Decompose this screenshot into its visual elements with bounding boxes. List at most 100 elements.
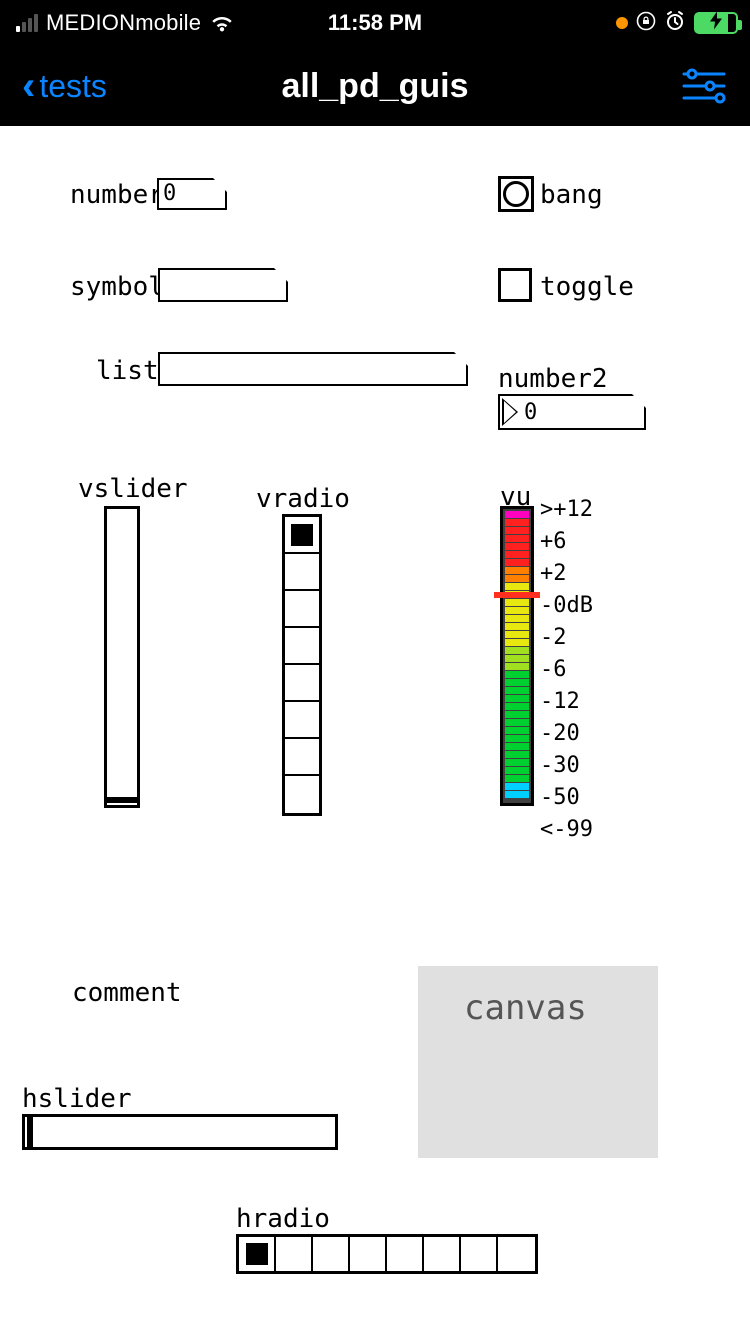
vradio-label: vradio: [256, 484, 350, 514]
vu-segment: [505, 751, 529, 758]
bang-button[interactable]: [498, 176, 534, 212]
hslider[interactable]: [22, 1114, 338, 1150]
vu-segment: [505, 583, 529, 590]
hradio-cell[interactable]: [498, 1237, 535, 1271]
vu-scale-label: -50: [540, 782, 593, 814]
hradio-cell[interactable]: [313, 1237, 350, 1271]
symbol-box[interactable]: [158, 268, 288, 302]
hradio-cell[interactable]: [387, 1237, 424, 1271]
status-time: 11:58 PM: [328, 10, 422, 36]
hradio-label: hradio: [236, 1204, 330, 1234]
vu-segment: [505, 647, 529, 654]
bang-circle-icon: [503, 181, 529, 207]
vu-segment: [505, 783, 529, 790]
symbol-label: symbol: [70, 272, 164, 302]
vradio[interactable]: [282, 514, 322, 816]
vslider[interactable]: [104, 506, 140, 808]
vu-segment: [505, 759, 529, 766]
vu-segment: [505, 607, 529, 614]
vu-segment: [505, 559, 529, 566]
vradio-cell[interactable]: [285, 517, 319, 554]
vu-scale: >+12+6+2-0dB-2-6-12-20-30-50<-99: [540, 494, 593, 814]
vu-segment: [505, 631, 529, 638]
hslider-label: hslider: [22, 1084, 132, 1114]
orientation-lock-icon: [636, 11, 656, 36]
vu-segment: [505, 663, 529, 670]
vu-scale-label: -12: [540, 686, 593, 718]
vu-segment: [505, 711, 529, 718]
vradio-cell[interactable]: [285, 591, 319, 628]
vu-segment: [505, 655, 529, 662]
vu-segment: [505, 695, 529, 702]
toggle-button[interactable]: [498, 268, 532, 302]
vu-segment: [505, 791, 529, 798]
vslider-knob: [107, 797, 137, 803]
hradio-selected-dot: [246, 1243, 268, 1265]
vu-scale-label: -0dB: [540, 590, 593, 622]
hradio-cell[interactable]: [239, 1237, 276, 1271]
vu-segment: [505, 599, 529, 606]
vu-segment: [505, 575, 529, 582]
vu-segment: [505, 671, 529, 678]
vu-segment: [505, 687, 529, 694]
vradio-cell[interactable]: [285, 776, 319, 813]
page-title: all_pd_guis: [281, 67, 468, 106]
vslider-label: vslider: [78, 474, 188, 504]
bang-label: bang: [540, 180, 603, 210]
toggle-label: toggle: [540, 272, 634, 302]
hslider-knob: [27, 1117, 33, 1147]
patch-canvas: number 0 bang symbol toggle list number2…: [0, 126, 750, 1334]
hradio-cell[interactable]: [276, 1237, 313, 1271]
vu-scale-label: +2: [540, 558, 593, 590]
list-box[interactable]: [158, 352, 468, 386]
nav-bar: ‹ tests all_pd_guis: [0, 46, 750, 126]
vradio-cell[interactable]: [285, 665, 319, 702]
canvas-label: canvas: [464, 988, 587, 1028]
vu-segment: [505, 703, 529, 710]
cellular-signal-icon: [16, 14, 38, 32]
vradio-cell[interactable]: [285, 702, 319, 739]
hradio-cell[interactable]: [461, 1237, 498, 1271]
vu-scale-label: >+12: [540, 494, 593, 526]
back-button[interactable]: ‹ tests: [22, 66, 107, 106]
number2-box[interactable]: 0: [498, 394, 646, 430]
carrier-label: MEDIONmobile: [46, 10, 201, 36]
vu-scale-label: +6: [540, 526, 593, 558]
chevron-left-icon: ‹: [22, 66, 35, 106]
vu-segment: [505, 511, 529, 518]
vu-segment: [505, 743, 529, 750]
vu-scale-label: <-99: [540, 814, 593, 846]
vradio-cell[interactable]: [285, 554, 319, 591]
vu-segment: [505, 527, 529, 534]
hradio-cell[interactable]: [350, 1237, 387, 1271]
vu-segment: [505, 567, 529, 574]
vu-segment: [505, 519, 529, 526]
number2-value: 0: [524, 400, 537, 425]
hradio-cell[interactable]: [424, 1237, 461, 1271]
vu-segment: [505, 623, 529, 630]
vu-segment: [505, 679, 529, 686]
sliders-icon: [680, 66, 728, 106]
back-label: tests: [39, 68, 107, 105]
vu-segment: [505, 735, 529, 742]
vu-meter: [500, 506, 534, 806]
vradio-cell[interactable]: [285, 739, 319, 776]
hradio[interactable]: [236, 1234, 538, 1274]
vu-segment: [505, 719, 529, 726]
number-box[interactable]: 0: [157, 178, 227, 210]
vu-segment: [505, 727, 529, 734]
vu-scale-label: -20: [540, 718, 593, 750]
vu-scale-label: -6: [540, 654, 593, 686]
vu-peak-indicator: [494, 592, 540, 598]
number-value: 0: [163, 180, 176, 208]
wifi-icon: [209, 13, 235, 33]
settings-sliders-button[interactable]: [680, 66, 728, 106]
vu-segment: [505, 535, 529, 542]
status-right: [616, 10, 738, 37]
vu-scale-label: -30: [540, 750, 593, 782]
vradio-cell[interactable]: [285, 628, 319, 665]
vu-segment: [505, 775, 529, 782]
charging-bolt-icon: [710, 12, 722, 35]
battery-icon: [694, 12, 738, 34]
vu-segment: [505, 639, 529, 646]
